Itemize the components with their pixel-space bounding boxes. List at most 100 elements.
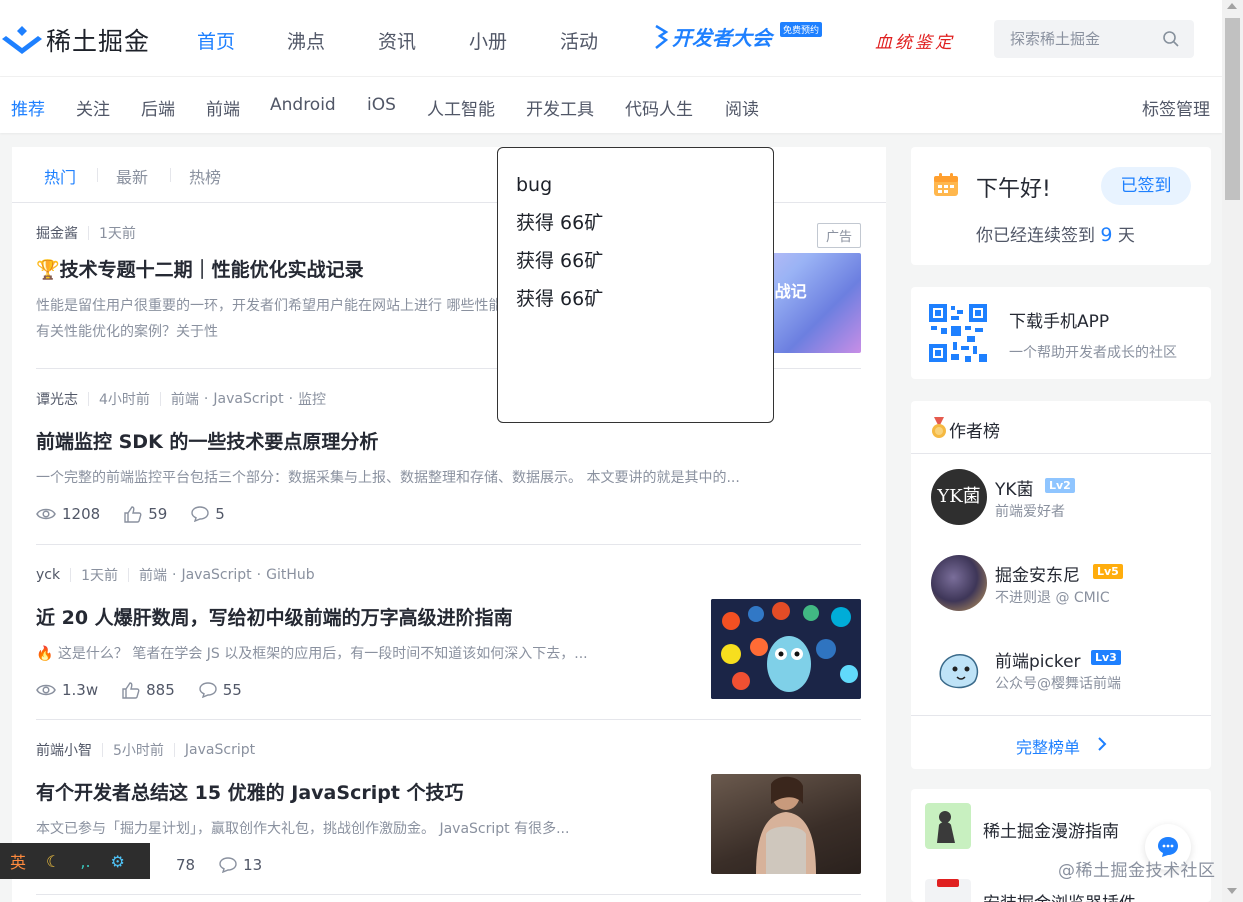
streak-prefix: 你已经连续签到: [976, 226, 1095, 246]
full-ranking-link[interactable]: 完整榜单: [911, 715, 1211, 769]
category-recommend[interactable]: 推荐: [11, 95, 45, 120]
developer-conference-link[interactable]: 开发者大会 免费预约: [652, 22, 823, 51]
category-code-life[interactable]: 代码人生: [625, 95, 693, 120]
author-bio: 前端爱好者: [995, 504, 1065, 520]
nav-news[interactable]: 资讯: [378, 27, 416, 54]
scroll-down-arrow-icon[interactable]: [1227, 888, 1237, 894]
nav-pins[interactable]: 沸点: [287, 27, 325, 54]
thumbs-up-icon: [124, 505, 142, 523]
scroll-up-arrow-icon[interactable]: [1227, 3, 1237, 9]
top-navbar: 稀土掘金 首页 沸点 资讯 小册 活动 开发者大会 免费预约 血统鉴定: [0, 0, 1222, 77]
article-tag[interactable]: 前端: [171, 389, 199, 409]
punctuation-icon[interactable]: ,.: [80, 852, 90, 871]
article-meta: 前端小智 5小时前 JavaScript: [36, 740, 255, 760]
tab-hot[interactable]: 热门: [44, 164, 76, 188]
guide-title[interactable]: 稀土掘金漫游指南: [983, 817, 1119, 842]
article-thumbnail[interactable]: [711, 774, 861, 874]
category-ai[interactable]: 人工智能: [427, 95, 495, 120]
search-box: [994, 20, 1194, 58]
tab-latest[interactable]: 最新: [116, 164, 148, 188]
comment-button[interactable]: 5: [191, 505, 225, 523]
article-tag[interactable]: GitHub: [266, 567, 315, 583]
chevron-right-icon: [1098, 737, 1107, 751]
article-meta: yck 1天前 前端 · JavaScript · GitHub: [36, 565, 315, 585]
comment-icon: [199, 682, 217, 698]
article-tag[interactable]: JavaScript: [185, 742, 255, 758]
author-item[interactable]: 前端picker Lv3 公众号@樱舞话前端: [931, 641, 1191, 697]
nav-events[interactable]: 活动: [560, 27, 598, 54]
signed-in-button[interactable]: 已签到: [1101, 167, 1191, 205]
article-title[interactable]: 🏆技术专题十二期｜性能优化实战记录: [36, 255, 364, 282]
author-item[interactable]: YK菌 YK菌 Lv2 前端爱好者: [931, 469, 1191, 525]
app-download-subtitle: 一个帮助开发者成长的社区: [1009, 345, 1177, 361]
article-time: 1天前: [81, 568, 119, 584]
moon-icon[interactable]: ☾: [46, 852, 60, 871]
article-thumbnail[interactable]: [711, 599, 861, 699]
article-item[interactable]: yck 1天前 前端 · JavaScript · GitHub 近 20 人爆…: [36, 565, 861, 720]
ime-language-toggle[interactable]: 英: [10, 849, 26, 873]
article-excerpt: 一个完整的前端监控平台包括三个部分：数据采集与上报、数据整理和存储、数据展示。 …: [36, 470, 740, 486]
signin-card: 下午好! 已签到 你已经连续签到 9 天: [911, 147, 1211, 265]
like-button[interactable]: 885: [122, 681, 175, 699]
guide-title[interactable]: 安装掘金浏览器插件: [983, 889, 1136, 902]
app-download-card[interactable]: 下载手机APP 一个帮助开发者成长的社区: [911, 287, 1211, 379]
scroll-thumb[interactable]: [1225, 18, 1240, 200]
tab-divider: [170, 168, 171, 182]
settings-icon[interactable]: ⚙: [111, 852, 125, 871]
article-title[interactable]: 有个开发者总结这 15 优雅的 JavaScript 个技巧: [36, 778, 464, 805]
view-count-value: 1.3w: [62, 681, 99, 699]
conference-icon: [655, 24, 669, 49]
article-author[interactable]: 前端小智: [36, 740, 92, 760]
article-tag[interactable]: JavaScript: [181, 567, 251, 583]
author-name[interactable]: 前端picker: [995, 647, 1081, 672]
tab-ranking[interactable]: 热榜: [189, 164, 221, 188]
category-android[interactable]: Android: [270, 95, 336, 115]
article-time: 1天前: [99, 226, 136, 242]
search-input[interactable]: [994, 20, 1154, 58]
search-icon[interactable]: [1162, 30, 1180, 48]
article-item[interactable]: 前端小智 5小时前 JavaScript 有个开发者总结这 15 优雅的 Jav…: [36, 740, 861, 895]
category-devtools[interactable]: 开发工具: [526, 95, 594, 120]
author-name[interactable]: YK菌: [995, 475, 1034, 500]
calendar-icon: [934, 173, 958, 196]
category-nav: 推荐 关注 后端 前端 Android iOS 人工智能 开发工具 代码人生 阅…: [0, 77, 1222, 133]
category-following[interactable]: 关注: [76, 95, 110, 120]
ad-badge: 广告: [816, 223, 861, 248]
category-backend[interactable]: 后端: [141, 95, 175, 120]
nav-books[interactable]: 小册: [469, 27, 507, 54]
full-ranking-label: 完整榜单: [1016, 738, 1081, 757]
page-scrollbar[interactable]: [1222, 0, 1243, 902]
article-title[interactable]: 前端监控 SDK 的一些技术要点原理分析: [36, 427, 378, 454]
article-tag[interactable]: JavaScript: [213, 391, 283, 407]
article-author[interactable]: yck: [36, 567, 60, 583]
thumbnail-image: [711, 599, 861, 699]
avatar[interactable]: [931, 641, 987, 697]
article-stats: 1208 59 5: [36, 505, 249, 523]
watermark: @稀土掘金技术社区: [1058, 861, 1216, 881]
eye-icon: [36, 684, 56, 696]
like-button[interactable]: 59: [124, 505, 167, 523]
article-excerpt: 🔥 这是什么？ 笔者在学会 JS 以及框架的应用后，有一段时间不知道该如何深入下…: [36, 646, 588, 662]
comment-button[interactable]: 13: [219, 856, 262, 874]
author-item[interactable]: 掘金安东尼 Lv5 不进则退 @ CMIC: [931, 555, 1191, 611]
category-ios[interactable]: iOS: [367, 95, 396, 115]
bloodline-link[interactable]: 血统鉴定: [875, 28, 955, 53]
comment-icon: [191, 506, 209, 522]
category-reading[interactable]: 阅读: [725, 95, 759, 120]
tag-manage-link[interactable]: 标签管理: [1142, 95, 1210, 120]
avatar[interactable]: YK菌: [931, 469, 987, 525]
level-badge: Lv3: [1091, 650, 1121, 665]
site-logo[interactable]: 稀土掘金: [2, 22, 150, 58]
avatar[interactable]: [931, 555, 987, 611]
article-author[interactable]: 掘金酱: [36, 223, 78, 243]
comment-button[interactable]: 55: [199, 681, 242, 699]
author-name[interactable]: 掘金安东尼: [995, 561, 1080, 586]
category-frontend[interactable]: 前端: [206, 95, 240, 120]
article-author[interactable]: 谭光志: [36, 389, 78, 409]
article-tag[interactable]: 监控: [298, 389, 326, 409]
article-title[interactable]: 近 20 人爆肝数周，写给初中级前端的万字高级进阶指南: [36, 603, 513, 630]
like-button[interactable]: 78: [176, 856, 195, 874]
nav-home[interactable]: 首页: [197, 27, 235, 54]
article-tag[interactable]: 前端: [139, 565, 167, 585]
comment-count: 55: [222, 681, 242, 699]
